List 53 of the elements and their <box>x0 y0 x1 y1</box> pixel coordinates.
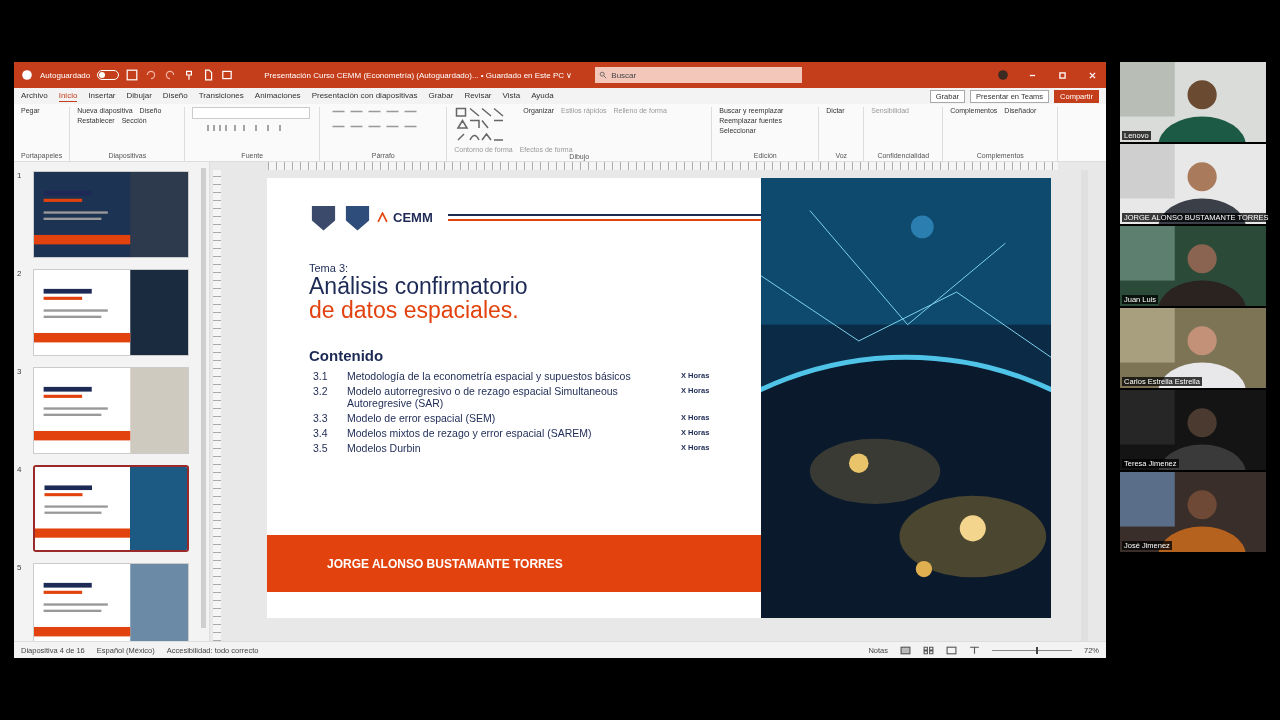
item-number: 3.4 <box>313 427 329 439</box>
item-text: Modelos mixtos de rezago y error espacial (SAREM) <box>347 427 593 439</box>
search-icon <box>599 71 608 79</box>
slide-number: 2 <box>17 269 23 280</box>
new-file-icon[interactable] <box>202 69 215 81</box>
item-text: Metodología de la econometría espacial y supuestos básicos <box>347 370 632 382</box>
app-icon <box>21 69 33 81</box>
user-avatar-icon[interactable] <box>997 69 1009 81</box>
normal-view-icon[interactable] <box>900 645 911 655</box>
menu-tab[interactable]: Presentación con diapositivas <box>311 91 418 101</box>
menu-tab[interactable]: Transiciones <box>198 91 244 101</box>
font-field[interactable] <box>192 107 311 119</box>
slide-thumbnail[interactable] <box>33 465 189 552</box>
slide-number: 5 <box>17 563 23 574</box>
logo-text: CEMM <box>393 209 433 225</box>
menu-tab[interactable]: Inicio <box>58 90 78 102</box>
presenter-name: JORGE ALONSO BUSTAMANTE TORRES <box>327 556 563 571</box>
grid-view-icon[interactable] <box>923 645 934 655</box>
item-number: 3.1 <box>313 370 329 382</box>
zoom-thumb[interactable] <box>1036 646 1039 654</box>
contents-heading: Contenido <box>309 347 385 364</box>
topic-label: Tema 3: <box>309 262 350 274</box>
reading-view-icon[interactable] <box>946 645 957 655</box>
item-number: 3.5 <box>313 442 329 454</box>
menu-tab[interactable]: Ayuda <box>531 91 554 101</box>
scrollbar[interactable] <box>201 168 206 628</box>
slide-title: Análisis confirmatorio <box>309 274 529 298</box>
slideshow-icon[interactable] <box>969 645 980 655</box>
item-text: Modelo de error espacial (SEM) <box>347 412 497 424</box>
slide-number: 4 <box>17 465 23 476</box>
menu-tab[interactable]: Insertar <box>88 91 116 101</box>
item-number: 3.2 <box>313 385 329 397</box>
undo-icon[interactable] <box>145 69 158 81</box>
menu-tab[interactable]: Animaciones <box>254 91 301 101</box>
menu-tab[interactable]: Revisar <box>464 91 492 101</box>
slide-subtitle: de datos espaciales. <box>309 298 520 322</box>
item-number: 3.3 <box>313 412 329 424</box>
layout-icon[interactable] <box>221 69 234 81</box>
logo-mark-icon <box>377 211 388 223</box>
save-icon[interactable] <box>126 69 139 81</box>
menu-tab[interactable]: Vista <box>502 91 521 101</box>
slide-number: 3 <box>17 367 23 378</box>
slide-number: 1 <box>17 171 23 182</box>
autosave-label: Autoguardado <box>40 70 91 80</box>
menu-tab[interactable]: Diseño <box>162 91 188 101</box>
redo-icon[interactable] <box>164 69 177 81</box>
item-text: Modelos Durbin <box>347 442 422 454</box>
search-field[interactable]: Buscar <box>595 67 803 83</box>
menu-tab[interactable]: Archivo <box>21 91 48 101</box>
menu-tab[interactable]: Grabar <box>428 91 454 101</box>
item-text: Modelo autorregresivo o de rezago espacial Simultaneous Autoregresive (SAR) <box>347 385 619 409</box>
window-title: Presentación Curso CEMM (Econometría) (Autoguardado)... • Guardado en Este PC ∨ <box>264 70 573 80</box>
menu-tab[interactable]: Dibujar <box>126 91 152 101</box>
